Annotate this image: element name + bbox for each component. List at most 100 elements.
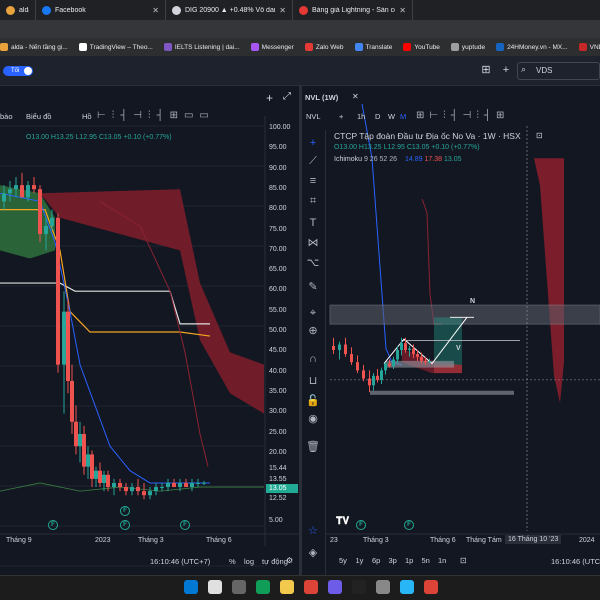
- xabcd-icon[interactable]: ⋈: [306, 236, 320, 250]
- bookmark-item[interactable]: Messenger: [250, 43, 294, 51]
- right-tab-close-icon[interactable]: ✕: [352, 92, 359, 101]
- lock-drawing-icon[interactable]: 🔓: [306, 394, 320, 408]
- interval-m[interactable]: M: [400, 112, 406, 121]
- star-icon[interactable]: ☆: [306, 524, 320, 538]
- left-chart-type-dropdown[interactable]: Biểu đồ: [26, 112, 51, 121]
- right-drawing-tools[interactable]: ⊞⊢⫶┤⊣⫶┤⊞: [416, 110, 509, 121]
- candle-body: [8, 189, 12, 194]
- bookmark-item[interactable]: Zalo Web: [304, 43, 344, 51]
- left-add-icon[interactable]: +: [266, 91, 273, 105]
- auto-scale-toggle[interactable]: tự động: [262, 557, 288, 566]
- layout-grid-icon[interactable]: ⊞: [478, 62, 494, 78]
- percent-scale-toggle[interactable]: %: [229, 557, 236, 566]
- interval-w[interactable]: W: [388, 112, 395, 121]
- browser-tab[interactable]: DIG 20900 ▲ +0.48% Vô danh ✕: [166, 0, 293, 20]
- pattern-icon[interactable]: ⌗: [306, 194, 320, 208]
- interval-1h[interactable]: 1h: [357, 112, 365, 121]
- bookmark-item[interactable]: 24HMoney.vn - MX...: [496, 43, 568, 51]
- ruler-icon[interactable]: ⌖: [306, 306, 320, 320]
- bookmark-favicon-icon: [403, 43, 412, 51]
- candle-body: [38, 189, 42, 235]
- tab-close-icon[interactable]: ✕: [152, 6, 159, 15]
- calendar-icon[interactable]: ⊡: [460, 556, 467, 565]
- theme-toggle-label: Tối: [11, 68, 20, 74]
- magnet-icon[interactable]: ∩: [306, 352, 320, 366]
- range-button[interactable]: 5y: [339, 556, 347, 565]
- candle-body: [102, 474, 106, 483]
- range-button[interactable]: 1n: [438, 556, 446, 565]
- search-icon[interactable]: [208, 580, 222, 594]
- edge-icon[interactable]: [256, 580, 270, 594]
- chrome-icon[interactable]: [304, 580, 318, 594]
- event-marker-f[interactable]: F: [120, 506, 130, 516]
- bookmark-item[interactable]: VNDIR: [578, 43, 600, 51]
- right-title-icon[interactable]: ⊡: [536, 131, 543, 140]
- bookmark-favicon-icon: [578, 43, 587, 51]
- lock-icon[interactable]: ⊔: [306, 374, 320, 388]
- bookmark-item[interactable]: alda - Nến tầng gi...: [0, 43, 68, 51]
- event-marker-f[interactable]: F: [120, 520, 130, 530]
- layers-icon[interactable]: ◈: [306, 546, 320, 560]
- browser-tab[interactable]: Bảng giá Lightning - Sàn cổ phiế ✕: [293, 0, 413, 20]
- add-symbol-icon[interactable]: +: [498, 62, 514, 78]
- candle-body: [178, 482, 182, 488]
- range-button[interactable]: 5n: [422, 556, 430, 565]
- browser-tab[interactable]: Facebook ✕: [36, 0, 166, 20]
- eye-icon[interactable]: ◉: [306, 412, 320, 426]
- brush-icon[interactable]: ✎: [306, 280, 320, 294]
- range-button[interactable]: 3p: [389, 556, 397, 565]
- browser-tab[interactable]: alda - Nến tầng gi...: [0, 0, 36, 20]
- store-icon[interactable]: [328, 580, 342, 594]
- right-interval-plus-icon[interactable]: +: [339, 112, 343, 121]
- bookmark-item[interactable]: YouTube: [403, 43, 440, 51]
- candle-body: [94, 470, 98, 479]
- zoom-icon[interactable]: ⊕: [306, 324, 320, 338]
- right-symbol-label[interactable]: NVL: [306, 112, 321, 121]
- event-marker-f[interactable]: F: [180, 520, 190, 530]
- forecast-icon[interactable]: ⌥: [306, 256, 320, 270]
- bookmark-item[interactable]: yuptude: [450, 43, 485, 51]
- cross-icon[interactable]: +: [306, 136, 320, 150]
- theme-toggle[interactable]: Tối: [3, 66, 33, 76]
- text-icon[interactable]: T: [306, 216, 320, 230]
- address-bar-area[interactable]: [0, 20, 600, 38]
- fib-icon[interactable]: ≡: [306, 174, 320, 188]
- time-axis-label: Tháng 9: [6, 537, 32, 544]
- terminal-icon[interactable]: [352, 580, 366, 594]
- trend-line-icon[interactable]: ⟋: [306, 154, 320, 168]
- symbol-search-input[interactable]: VDS: [517, 62, 600, 80]
- bookmark-item[interactable]: IELTS Listening | dai...: [163, 43, 240, 51]
- chart-settings-icon[interactable]: ⚙: [286, 556, 293, 565]
- left-tab-3[interactable]: Hồ: [82, 112, 92, 121]
- bookmark-favicon-icon: [450, 43, 459, 51]
- bookmark-item[interactable]: Translate: [354, 43, 392, 51]
- taskview-icon[interactable]: [232, 580, 246, 594]
- pattern-label-n: N: [470, 298, 476, 305]
- chrome-icon[interactable]: [424, 580, 438, 594]
- left-chart-pane[interactable]: [0, 86, 299, 575]
- log-scale-toggle[interactable]: log: [244, 557, 254, 566]
- settings-icon[interactable]: [376, 580, 390, 594]
- event-marker-f[interactable]: F: [48, 520, 58, 530]
- trash-icon[interactable]: 🗑: [306, 440, 320, 454]
- candle-body: [106, 474, 110, 488]
- photos-icon[interactable]: [400, 580, 414, 594]
- left-drawing-tools[interactable]: ⊢⫶┤⊣⫶┤⊞▭▭: [97, 110, 215, 121]
- price-axis-tick: 95.00: [269, 144, 287, 152]
- range-button[interactable]: 1y: [356, 556, 364, 565]
- tab-close-icon[interactable]: ✕: [279, 6, 286, 15]
- price-axis-tick: 75.00: [269, 225, 287, 233]
- ichimoku-legend[interactable]: Ichimoku 9 26 52 26 14.89 17.38 13.05: [334, 156, 462, 163]
- left-expand-icon[interactable]: ⤢: [283, 91, 291, 102]
- range-button[interactable]: 6p: [372, 556, 380, 565]
- bookmark-item[interactable]: TradingView – Theo...: [78, 43, 153, 51]
- windows-icon[interactable]: [184, 580, 198, 594]
- explorer-icon[interactable]: [280, 580, 294, 594]
- right-tab-label[interactable]: NVL (1W): [305, 93, 338, 102]
- tab-close-icon[interactable]: ✕: [399, 6, 406, 15]
- interval-d[interactable]: D: [375, 112, 380, 121]
- range-button[interactable]: 1p: [405, 556, 413, 565]
- event-marker-f[interactable]: F: [404, 520, 414, 530]
- left-tab-1[interactable]: bào: [0, 112, 13, 121]
- event-marker-f[interactable]: F: [356, 520, 366, 530]
